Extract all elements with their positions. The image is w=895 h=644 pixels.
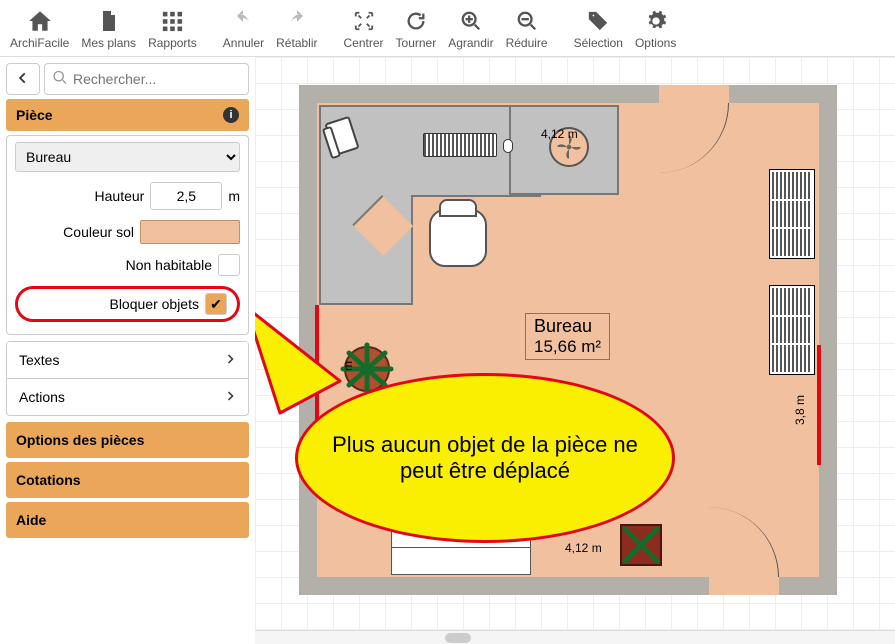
tag-icon xyxy=(585,8,611,34)
couleur-sol-row: Couleur sol xyxy=(15,220,240,244)
archifacile-button[interactable]: ArchiFacile xyxy=(4,6,75,52)
grid-icon xyxy=(159,8,185,34)
non-habitable-label: Non habitable xyxy=(126,257,212,273)
selection-button[interactable]: Sélection xyxy=(568,6,629,52)
bloquer-objets-label: Bloquer objets xyxy=(109,296,199,312)
tourner-label: Tourner xyxy=(396,36,437,50)
accordion-actions[interactable]: Actions xyxy=(7,378,248,415)
mes-plans-button[interactable]: Mes plans xyxy=(75,6,142,52)
dimension-top: 4,12 m xyxy=(541,127,578,141)
accordion-actions-label: Actions xyxy=(19,389,65,405)
piece-header-label: Pièce xyxy=(16,107,53,123)
hauteur-label: Hauteur xyxy=(95,188,145,204)
zoom-out-icon xyxy=(514,8,540,34)
scrollbar-thumb[interactable] xyxy=(445,633,471,643)
dimension-right: 3,8 m xyxy=(793,395,807,425)
room-name: Bureau xyxy=(534,316,601,337)
piece-form: Bureau Hauteur m Couleur sol Non habitab… xyxy=(6,135,249,335)
annuler-button[interactable]: Annuler xyxy=(217,6,270,52)
retablir-label: Rétablir xyxy=(276,36,317,50)
door-opening-bottom xyxy=(709,577,779,595)
undo-icon xyxy=(230,8,256,34)
non-habitable-checkbox[interactable] xyxy=(218,254,240,276)
piece-header[interactable]: Pièce i xyxy=(6,99,249,131)
couleur-sol-swatch[interactable] xyxy=(140,220,240,244)
floor-plan-canvas[interactable]: 4,12 m 4,12 m m 3,8 m Bureau 15,66 m² Pl… xyxy=(255,57,895,644)
accordion: Textes Actions xyxy=(6,341,249,416)
bookshelf-1[interactable] xyxy=(769,169,815,259)
sidebar: Pièce i Bureau Hauteur m Couleur sol Non… xyxy=(0,57,255,644)
info-icon[interactable]: i xyxy=(223,107,239,123)
room-label[interactable]: Bureau 15,66 m² xyxy=(525,313,610,360)
keyboard-icon[interactable] xyxy=(423,133,497,157)
accordion-textes-label: Textes xyxy=(19,352,59,368)
callout-speech-bubble: Plus aucun objet de la pièce ne peut êtr… xyxy=(295,373,675,573)
search-input[interactable] xyxy=(44,63,249,95)
bloquer-objets-checkbox[interactable]: ✔ xyxy=(205,293,227,315)
reduire-label: Réduire xyxy=(506,36,548,50)
nav-aide[interactable]: Aide xyxy=(6,502,249,538)
room-select[interactable]: Bureau xyxy=(15,142,240,172)
selection-label: Sélection xyxy=(574,36,623,50)
hauteur-unit: m xyxy=(228,188,240,204)
retablir-button[interactable]: Rétablir xyxy=(270,6,323,52)
redo-icon xyxy=(284,8,310,34)
bookshelf-2[interactable] xyxy=(769,285,815,375)
mes-plans-label: Mes plans xyxy=(81,36,136,50)
tourner-button[interactable]: Tourner xyxy=(390,6,443,52)
window-right xyxy=(817,345,821,465)
centrer-button[interactable]: Centrer xyxy=(338,6,390,52)
agrandir-label: Agrandir xyxy=(448,36,493,50)
back-button[interactable] xyxy=(6,63,40,95)
annuler-label: Annuler xyxy=(223,36,264,50)
nav-cotations[interactable]: Cotations xyxy=(6,462,249,498)
couleur-sol-label: Couleur sol xyxy=(63,224,134,240)
mouse-icon[interactable] xyxy=(503,139,513,153)
door-opening-top xyxy=(659,85,729,103)
search-icon xyxy=(52,70,68,89)
center-icon xyxy=(351,8,377,34)
chevron-left-icon xyxy=(16,71,30,88)
chevron-right-icon xyxy=(224,352,236,368)
file-icon xyxy=(96,8,122,34)
rapports-label: Rapports xyxy=(148,36,197,50)
nav-options-pieces[interactable]: Options des pièces xyxy=(6,422,249,458)
callout-text: Plus aucun objet de la pièce ne peut êtr… xyxy=(295,373,675,543)
bloquer-objets-highlight: Bloquer objets ✔ xyxy=(15,286,240,322)
chair-icon[interactable] xyxy=(429,209,487,267)
top-toolbar: ArchiFacile Mes plans Rapports Annuler R… xyxy=(0,0,895,57)
home-icon xyxy=(27,8,53,34)
zoom-in-icon xyxy=(458,8,484,34)
chevron-right-icon xyxy=(224,389,236,405)
gear-icon xyxy=(643,8,669,34)
agrandir-button[interactable]: Agrandir xyxy=(442,6,499,52)
rotate-icon xyxy=(403,8,429,34)
non-habitable-row: Non habitable xyxy=(15,254,240,276)
rapports-button[interactable]: Rapports xyxy=(142,6,203,52)
room-area: 15,66 m² xyxy=(534,337,601,357)
options-label: Options xyxy=(635,36,676,50)
hauteur-input[interactable] xyxy=(150,182,222,210)
accordion-textes[interactable]: Textes xyxy=(7,341,248,378)
hauteur-row: Hauteur m xyxy=(15,182,240,210)
horizontal-scrollbar[interactable] xyxy=(255,630,895,644)
reduire-button[interactable]: Réduire xyxy=(500,6,554,52)
archifacile-label: ArchiFacile xyxy=(10,36,69,50)
options-button[interactable]: Options xyxy=(629,6,682,52)
centrer-label: Centrer xyxy=(344,36,384,50)
